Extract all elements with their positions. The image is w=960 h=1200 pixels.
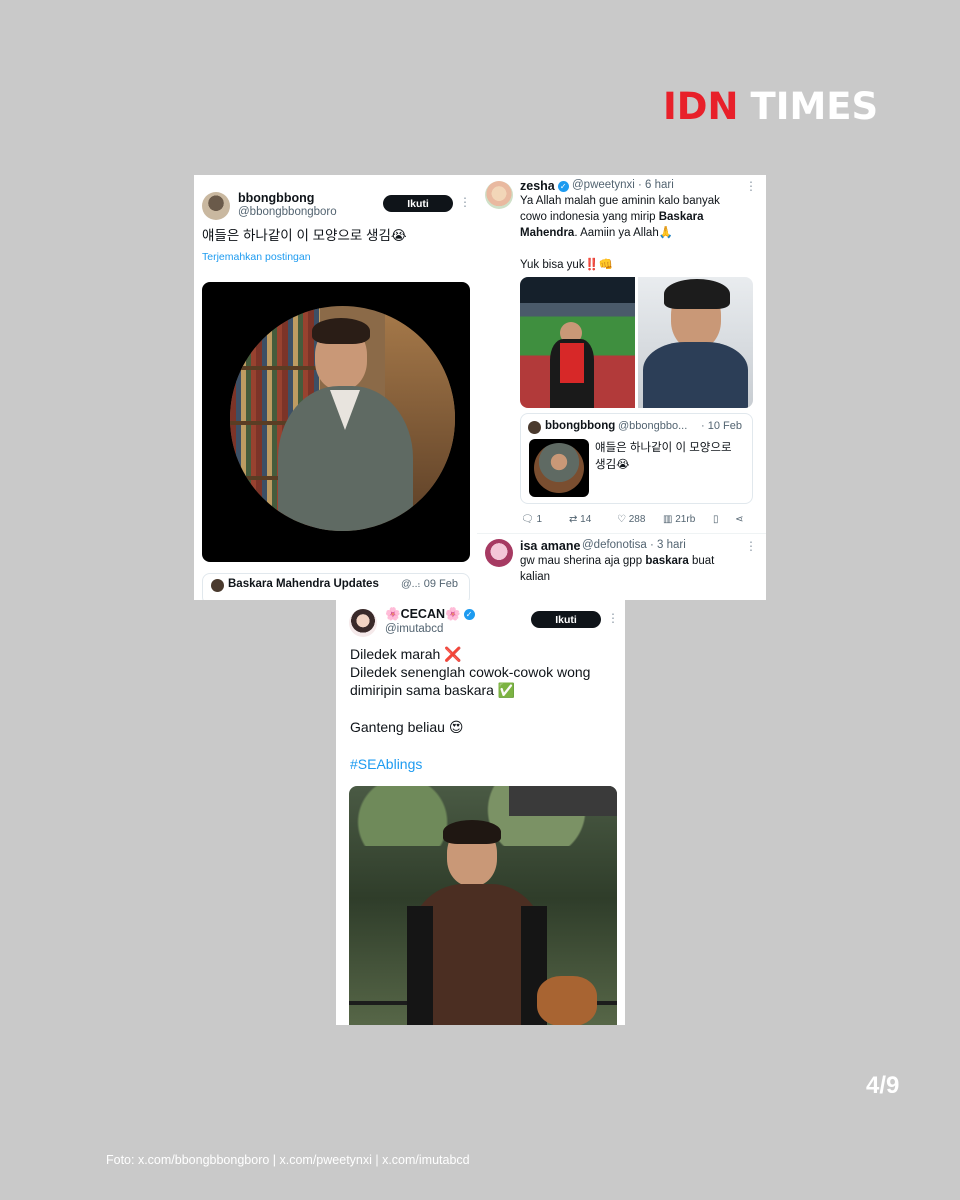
- username[interactable]: @pweetynxi · 6 hari: [572, 179, 674, 191]
- reply-line-2: kalian: [520, 571, 551, 583]
- username[interactable]: @imutabcd: [385, 623, 443, 635]
- follow-button[interactable]: Ikuti: [531, 611, 601, 628]
- mention-baskara: Baskara: [658, 211, 704, 223]
- reply-avatar[interactable]: [485, 539, 513, 567]
- heart-icon: ♡: [617, 514, 626, 525]
- display-name-text: 🌸CECAN🌸: [385, 607, 461, 621]
- divider: [477, 533, 766, 534]
- logo-times: TIMES: [750, 84, 879, 128]
- tweet-image[interactable]: [202, 282, 470, 562]
- more-options-icon[interactable]: ⋮: [745, 179, 757, 193]
- hashtag-link[interactable]: #SEAblings: [350, 754, 422, 774]
- quoted-post[interactable]: bbongbbong @bbongbbo... · 10 Feb 얘들은 하나같…: [520, 413, 753, 504]
- more-options-icon[interactable]: ⋮: [607, 611, 619, 625]
- tweet-line-3: Mahendra. Aamiin ya Allah🙏: [520, 225, 673, 242]
- tweet-text: 얘들은 하나같이 이 모양으로 생김😭: [202, 228, 407, 243]
- quote-name: Baskara Mahendra Updates: [228, 578, 379, 590]
- repost-button[interactable]: ⇄ 14: [569, 514, 591, 525]
- tweet-line-1: Ya Allah malah gue aminin kalo banyak: [520, 195, 720, 207]
- display-name[interactable]: 🌸CECAN🌸 ✓: [385, 607, 478, 622]
- reply-button[interactable]: 🗨 1: [521, 514, 542, 525]
- avatar[interactable]: [485, 181, 513, 209]
- views-button[interactable]: ▥ 21rb: [663, 514, 695, 525]
- tweet-image-portrait[interactable]: [638, 277, 753, 408]
- quote-line-2: 생김😭: [595, 459, 630, 471]
- reply-line-1-text: gw mau sherina aja gpp: [520, 555, 646, 567]
- tweet-line-4: Yuk bisa yuk‼️👊: [520, 259, 614, 271]
- portrait-circle: [230, 306, 455, 531]
- quote-line-1: 얘들은 하나같이 이 모양으로: [595, 442, 732, 454]
- tweet-image[interactable]: [349, 786, 617, 1025]
- display-name-text: zesha: [520, 179, 555, 193]
- tweet-line-2: cowo indonesia yang mirip Baskara: [520, 209, 703, 226]
- tweet-line-1: Diledek marah ❌: [350, 646, 462, 662]
- tweet-line-2-text: cowo indonesia yang mirip: [520, 211, 659, 223]
- repost-count: 14: [580, 514, 592, 525]
- logo-idn: IDN: [663, 84, 739, 128]
- tweet-card-zesha: zesha ✓ @pweetynxi · 6 hari ⋮ Ya Allah ma…: [477, 175, 766, 600]
- avatar[interactable]: [202, 192, 230, 220]
- username-text: @pweetynxi: [572, 179, 635, 191]
- post-time: · 6 hari: [638, 179, 674, 191]
- bookmark-icon[interactable]: ▯: [713, 514, 719, 525]
- reply-time: · 3 hari: [649, 539, 686, 551]
- quote-avatar: [211, 579, 224, 592]
- idn-times-logo: IDN TIMES: [663, 84, 879, 128]
- reply-display-name[interactable]: isa amane: [520, 539, 580, 553]
- reply-line-1-end: buat: [688, 555, 715, 567]
- reply-more-options-icon[interactable]: ⋮: [745, 539, 757, 553]
- like-button[interactable]: ♡ 288: [617, 514, 645, 525]
- tweet-line-2: Diledek senenglah cowok-cowok wong: [350, 664, 591, 680]
- repost-icon: ⇄: [569, 514, 578, 525]
- tweet-image-stadium[interactable]: [520, 277, 635, 408]
- verified-icon: ✓: [557, 181, 569, 193]
- quote-thumbnail: [529, 439, 589, 497]
- view-count: 21rb: [675, 514, 696, 525]
- reply-icon: 🗨: [521, 514, 534, 525]
- tweet-card-cecan: 🌸CECAN🌸 ✓ @imutabcd Ikuti ⋮ Diledek marah…: [336, 600, 625, 1025]
- quote-name: bbongbbong: [545, 420, 616, 432]
- display-name[interactable]: bbongbbong: [238, 191, 314, 205]
- reply-line-1: gw mau sherina aja gpp baskara buat: [520, 553, 714, 570]
- share-icon[interactable]: ⋖: [735, 514, 743, 525]
- tweet-line-3: dimiripin sama baskara ✅: [350, 682, 516, 698]
- reply-bold-baskara: baskara: [645, 555, 689, 567]
- reply-username[interactable]: @defonotisa · 3 hari: [582, 539, 686, 551]
- tweet-line-4: Ganteng beliau 😍: [350, 719, 464, 735]
- quote-date: · 09 Feb: [417, 578, 458, 590]
- quoted-post[interactable]: Baskara Mahendra Updates @... · 09 Feb: [202, 573, 470, 600]
- like-count: 288: [628, 514, 646, 525]
- more-options-icon[interactable]: ⋮: [459, 195, 471, 209]
- username[interactable]: @bbongbbongboro: [238, 206, 337, 218]
- quote-date: · 10 Feb: [701, 420, 742, 432]
- avatar[interactable]: [349, 609, 377, 637]
- photo-credit: Foto: x.com/bbongbbongboro | x.com/pweet…: [106, 1153, 470, 1167]
- display-name[interactable]: zesha ✓: [520, 179, 572, 193]
- tweet-card-bbongbbong: bbongbbong @bbongbbongboro Ikuti ⋮ 얘들은 하…: [194, 175, 477, 600]
- reply-handle-text: @defonotisa: [582, 539, 647, 551]
- translate-link[interactable]: Terjemahkan postingan: [202, 249, 311, 266]
- verified-icon: ✓: [463, 609, 475, 621]
- quote-handle: @bbongbbo...: [618, 420, 688, 432]
- views-icon: ▥: [663, 514, 673, 525]
- follow-button[interactable]: Ikuti: [383, 195, 453, 212]
- quote-avatar: [528, 421, 541, 434]
- reply-count: 1: [536, 514, 543, 525]
- mention-mahendra: Mahendra: [520, 227, 575, 239]
- tweet-line-3-text: . Aamiin ya Allah🙏: [574, 227, 674, 239]
- page-indicator: 4/9: [866, 1072, 900, 1099]
